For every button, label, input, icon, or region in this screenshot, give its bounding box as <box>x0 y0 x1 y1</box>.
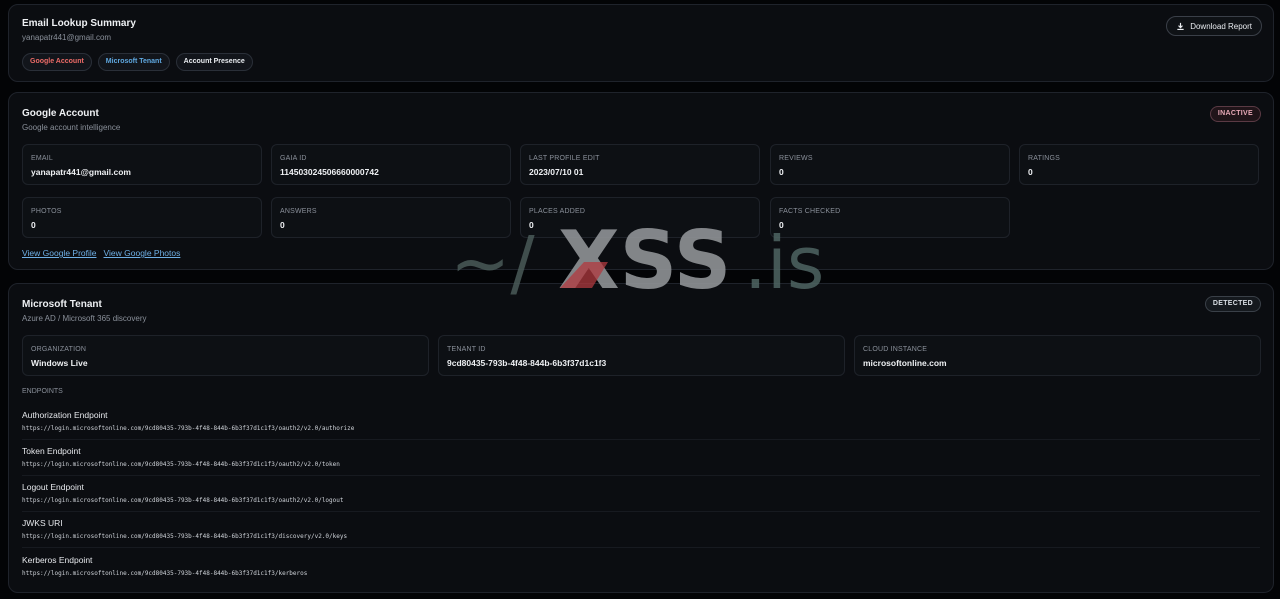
microsoft-title: Microsoft Tenant <box>22 299 102 310</box>
stat-value: 114503024506660000742 <box>280 167 379 177</box>
stat-label: ORGANIZATION <box>31 346 87 353</box>
stat-value: yanapatr441@gmail.com <box>31 167 131 177</box>
stat-value: microsoftonline.com <box>863 358 947 368</box>
endpoints-heading: ENDPOINTS <box>22 388 63 395</box>
stat-value: 0 <box>31 220 36 230</box>
stat-label: ANSWERS <box>280 208 317 215</box>
pill-account-presence[interactable]: Account Presence <box>175 53 253 71</box>
divider <box>22 439 1260 440</box>
stat-value: 0 <box>1028 167 1033 177</box>
stat-label: PLACES ADDED <box>529 208 586 215</box>
stat-cloud-instance: CLOUD INSTANCE microsoftonline.com <box>854 335 1261 376</box>
stat-gaia-id: GAIA ID 114503024506660000742 <box>271 144 511 185</box>
download-icon <box>1177 22 1184 30</box>
stat-answers: ANSWERS 0 <box>271 197 511 238</box>
google-title: Google Account <box>22 108 99 119</box>
stat-value: Windows Live <box>31 358 88 368</box>
divider <box>22 511 1260 512</box>
endpoint-url[interactable]: https://login.microsoftonline.com/9cd804… <box>22 461 1260 468</box>
pill-microsoft-tenant[interactable]: Microsoft Tenant <box>97 53 170 71</box>
stat-label: GAIA ID <box>280 155 307 162</box>
stat-label: RATINGS <box>1028 155 1060 162</box>
stat-value: 9cd80435-793b-4f48-844b-6b3f37d1c1f3 <box>447 358 607 368</box>
endpoint-url[interactable]: https://login.microsoftonline.com/9cd804… <box>22 425 1260 432</box>
stat-label: LAST PROFILE EDIT <box>529 155 600 162</box>
endpoint-name: Kerberos Endpoint <box>22 555 93 565</box>
stat-value: 0 <box>779 220 784 230</box>
endpoint-url[interactable]: https://login.microsoftonline.com/9cd804… <box>22 570 1260 577</box>
endpoint-url[interactable]: https://login.microsoftonline.com/9cd804… <box>22 533 1260 540</box>
endpoint-name: Token Endpoint <box>22 446 81 456</box>
download-report-button[interactable]: Download Report <box>1166 16 1262 36</box>
download-report-label: Download Report <box>1190 21 1252 31</box>
summary-email: yanapatr441@gmail.com <box>22 33 112 42</box>
microsoft-subtitle: Azure AD / Microsoft 365 discovery <box>22 314 147 323</box>
list-item: Token Endpoint https://login.microsofton… <box>22 446 1260 468</box>
section-pills: Google Account Microsoft Tenant Account … <box>22 53 253 71</box>
stat-email: EMAIL yanapatr441@gmail.com <box>22 144 262 185</box>
stat-value: 0 <box>280 220 285 230</box>
endpoint-url[interactable]: https://login.microsoftonline.com/9cd804… <box>22 497 1260 504</box>
stat-label: PHOTOS <box>31 208 62 215</box>
stat-value: 0 <box>529 220 534 230</box>
google-account-card: Google Account Google account intelligen… <box>8 92 1274 270</box>
status-badge: DETECTED <box>1204 296 1261 312</box>
pill-google-account[interactable]: Google Account <box>22 53 92 71</box>
stat-label: REVIEWS <box>779 155 813 162</box>
status-badge: INACTIVE <box>1209 106 1261 122</box>
view-google-photos-link[interactable]: View Google Photos <box>104 248 181 258</box>
list-item: JWKS URI https://login.microsoftonline.c… <box>22 518 1260 540</box>
list-item: Kerberos Endpoint https://login.microsof… <box>22 555 1260 577</box>
list-item: Authorization Endpoint https://login.mic… <box>22 410 1260 432</box>
stat-label: FACTS CHECKED <box>779 208 841 215</box>
stat-facts-checked: FACTS CHECKED 0 <box>770 197 1010 238</box>
microsoft-tenant-card: Microsoft Tenant Azure AD / Microsoft 36… <box>8 283 1274 593</box>
endpoint-name: Logout Endpoint <box>22 482 84 492</box>
stat-label: CLOUD INSTANCE <box>863 346 928 353</box>
stat-organization: ORGANIZATION Windows Live <box>22 335 429 376</box>
stat-value: 2023/07/10 01 <box>529 167 584 177</box>
stat-value: 0 <box>779 167 784 177</box>
stat-label: EMAIL <box>31 155 54 162</box>
stat-last-profile-edit: LAST PROFILE EDIT 2023/07/10 01 <box>520 144 760 185</box>
stat-reviews: REVIEWS 0 <box>770 144 1010 185</box>
stat-label: TENANT ID <box>447 346 486 353</box>
list-item: Logout Endpoint https://login.microsofto… <box>22 482 1260 504</box>
divider <box>22 547 1260 548</box>
view-google-profile-link[interactable]: View Google Profile <box>22 248 97 258</box>
stat-photos: PHOTOS 0 <box>22 197 262 238</box>
endpoint-name: Authorization Endpoint <box>22 410 108 420</box>
stat-tenant-id: TENANT ID 9cd80435-793b-4f48-844b-6b3f37… <box>438 335 845 376</box>
stat-places-added: PLACES ADDED 0 <box>520 197 760 238</box>
endpoint-name: JWKS URI <box>22 518 63 528</box>
divider <box>22 475 1260 476</box>
email-lookup-summary-card: Email Lookup Summary yanapatr441@gmail.c… <box>8 4 1274 82</box>
google-subtitle: Google account intelligence <box>22 123 121 132</box>
stat-ratings: RATINGS 0 <box>1019 144 1259 185</box>
summary-title: Email Lookup Summary <box>22 18 136 29</box>
google-links: View Google Profile View Google Photos <box>22 248 180 258</box>
